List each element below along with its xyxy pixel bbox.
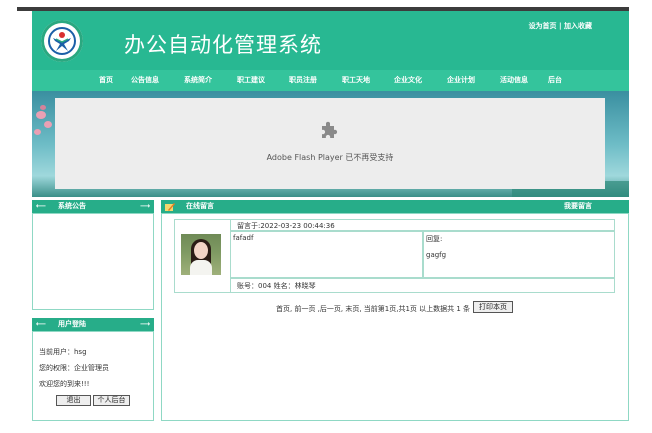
nav-item-announcements[interactable]: 公告信息 [131,70,159,91]
nav-item-intro[interactable]: 系统简介 [184,70,212,91]
reply-label: 回复: [426,235,443,243]
personal-dashboard-button[interactable]: 个人后台 [93,395,130,406]
messages-panel-header: 在线留言 我要留言 [161,200,629,213]
message-author: 账号：004 姓名：林晓琴 [237,282,316,290]
post-message-link[interactable]: 我要留言 [564,200,592,213]
page-title: 办公自动化管理系统 [124,33,322,57]
nav-item-home[interactable]: 首页 [99,70,113,91]
arrow-right-icon: ⟶ [139,202,150,210]
puzzle-piece-icon [319,121,339,141]
pagination[interactable]: 首页, 前一页 ,后一页, 末页, 当前第1页,共1页 以上数据共 1 条 [276,304,470,314]
message-reply-cell [423,231,615,278]
login-panel-title: 用户登陆 [58,320,86,328]
message-time: 留言于:2022-03-23 00:44:36 [237,222,335,230]
site-header: 办公自动化管理系统 设为首页 | 加入收藏 [32,11,629,70]
nav-item-register[interactable]: 职员注册 [289,70,317,91]
set-home-add-favorite-links[interactable]: 设为首页 | 加入收藏 [529,21,592,31]
logout-button[interactable]: 退出 [56,395,91,406]
avatar [181,234,221,275]
flash-placeholder: Adobe Flash Player 已不再受支持 [55,98,605,189]
permission-text: 您的权限：企业管理员 [39,364,109,372]
welcome-text: 欢迎您的到来!!! [39,380,90,388]
nav-item-suggestions[interactable]: 职工建议 [237,70,265,91]
flash-unsupported-text: Adobe Flash Player 已不再受支持 [266,153,394,162]
nav-item-culture[interactable]: 企业文化 [394,70,422,91]
notice-panel-body [32,213,154,310]
main-nav: 首页 公告信息 系统简介 职工建议 职员注册 职工天地 企业文化 企业计划 活动… [32,70,629,91]
message-content: fafadf [233,234,254,242]
arrow-right-icon: ⟶ [139,320,150,328]
print-page-button[interactable]: 打印本页 [473,301,513,313]
nav-item-admin[interactable]: 后台 [548,70,562,91]
nav-item-activities[interactable]: 活动信息 [500,70,528,91]
current-user-text: 当前用户：hsg [39,348,87,356]
nav-item-plans[interactable]: 企业计划 [447,70,475,91]
logo-figure-icon [53,32,71,51]
message-content-cell [230,231,423,278]
login-panel-body: 当前用户：hsg 您的权限：企业管理员 欢迎您的到来!!! 退出 个人后台 [32,331,154,421]
arrow-left-icon: ⟵ [36,320,47,328]
reply-content: gagfg [426,251,447,259]
nav-item-staff-world[interactable]: 职工天地 [342,70,370,91]
notice-panel-header: ⟵ 系统公告 ⟶ [32,200,154,213]
login-panel-header: ⟵ 用户登陆 ⟶ [32,318,154,331]
messages-panel-title: 在线留言 [186,202,214,210]
arrow-left-icon: ⟵ [36,202,47,210]
notice-panel-title: 系统公告 [58,202,86,210]
logo [41,20,83,62]
